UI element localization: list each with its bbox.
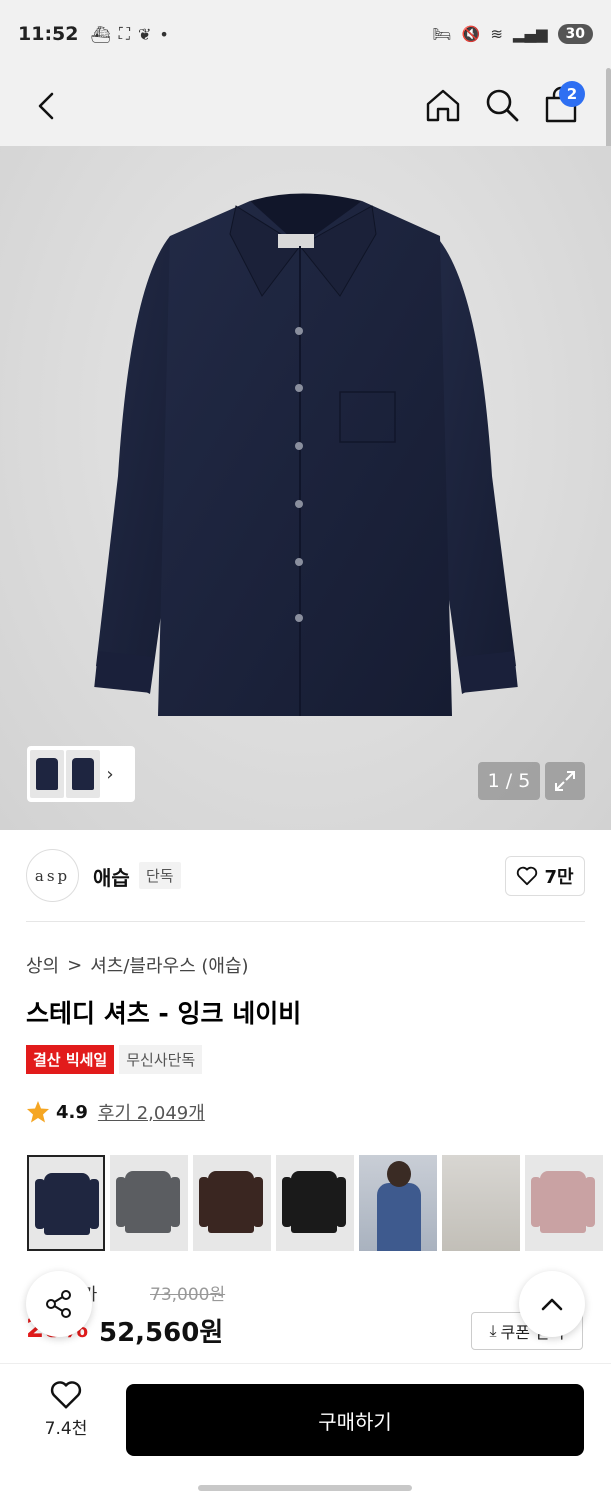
- breadcrumb-category[interactable]: 상의: [26, 952, 59, 978]
- shirt-thumbnail: [35, 1173, 99, 1235]
- battery-indicator: 30: [557, 24, 593, 44]
- share-icon: [46, 1290, 71, 1318]
- reviews-link[interactable]: 후기 2,049개: [98, 1099, 205, 1125]
- navy-shirt-image: [94, 193, 518, 716]
- brand-like-count: 7만: [544, 867, 574, 888]
- brand-name[interactable]: 애습: [93, 862, 130, 891]
- home-icon[interactable]: [424, 86, 462, 124]
- product-tags: 결산 빅세일 무신사단독: [26, 1045, 203, 1074]
- brand-row: asp 애습 단독 7만: [0, 830, 611, 922]
- heart-icon: [517, 866, 538, 886]
- status-time: 11:52: [18, 23, 79, 45]
- color-options: [27, 1155, 611, 1251]
- product-title: 스테디 셔츠 - 잉크 네이비: [26, 999, 302, 1028]
- breadcrumb: 상의 > 셔츠/블라우스 (애습): [26, 952, 249, 978]
- color-option-brown[interactable]: [193, 1155, 271, 1251]
- screenshot-icon: ⛶: [118, 24, 130, 43]
- product-like-button[interactable]: 7.4천: [30, 1380, 102, 1450]
- share-button[interactable]: [26, 1271, 92, 1337]
- color-option-model-blue[interactable]: [359, 1155, 437, 1251]
- scroll-to-top-button[interactable]: [519, 1271, 585, 1337]
- chevron-up-icon: [541, 1298, 563, 1311]
- home-indicator[interactable]: [198, 1485, 412, 1491]
- brand-logo[interactable]: asp: [26, 849, 79, 902]
- scrollbar[interactable]: [606, 68, 611, 156]
- breadcrumb-separator: >: [67, 954, 83, 976]
- cart-count-badge: 2: [559, 81, 585, 107]
- breadcrumb-subcategory[interactable]: 셔츠/블라우스 (애습): [90, 952, 248, 978]
- rating-value: 4.9: [56, 1101, 88, 1123]
- notification-icons: ⛴ ⛶ ❦ •: [90, 24, 168, 44]
- shirt-thumbnail: [531, 1171, 595, 1233]
- sale-tag: 결산 빅세일: [26, 1045, 115, 1074]
- bed-icon: 🛏: [432, 25, 452, 43]
- shirt-thumbnail: [282, 1171, 346, 1233]
- bottom-action-bar: 7.4천 구매하기: [0, 1363, 611, 1500]
- color-option-navy[interactable]: [27, 1155, 105, 1251]
- gallery-thumbnail-strip[interactable]: ›: [27, 746, 135, 802]
- rating-row: 4.9 후기 2,049개: [26, 1099, 205, 1125]
- search-icon[interactable]: [483, 86, 521, 124]
- model-head: [387, 1161, 411, 1187]
- shirt-thumbnail: [116, 1171, 180, 1233]
- gallery-thumb[interactable]: [30, 750, 64, 798]
- top-navigation: [0, 68, 611, 146]
- exclusive-tag: 무신사단독: [119, 1045, 203, 1074]
- expand-image-button[interactable]: [545, 762, 585, 800]
- price-section: 정가 73,000원 28% 52,560원 ⤓ 쿠폰 받기: [26, 1280, 586, 1350]
- brand-like-button[interactable]: 7만: [505, 856, 585, 896]
- wifi-icon: ≋: [490, 25, 503, 43]
- original-price: 73,000원: [150, 1285, 226, 1305]
- image-page-counter: 1 / 5: [478, 762, 540, 800]
- status-bar: 11:52 ⛴ ⛶ ❦ • 🛏 🔇 ≋ ▂▄▆ 30: [0, 0, 611, 68]
- back-arrow-icon[interactable]: [30, 88, 66, 124]
- model-figure: [377, 1183, 421, 1251]
- divider: [26, 921, 585, 922]
- star-icon: [27, 1101, 49, 1123]
- boat-icon: ⛴: [90, 24, 111, 44]
- signal-icon: ▂▄▆: [512, 25, 548, 43]
- product-like-count: 7.4천: [44, 1419, 88, 1439]
- buy-button[interactable]: 구매하기: [126, 1384, 584, 1456]
- color-option-pink[interactable]: [525, 1155, 603, 1251]
- exclusive-badge: 단독: [139, 862, 181, 889]
- chevron-right-icon[interactable]: ›: [102, 764, 118, 785]
- dot-icon: •: [159, 24, 169, 44]
- app-icon: ❦: [138, 24, 152, 44]
- mute-icon: 🔇: [461, 25, 481, 43]
- heart-icon: [50, 1381, 82, 1409]
- expand-icon: [555, 771, 575, 791]
- product-image[interactable]: [0, 146, 611, 830]
- final-price: 52,560원: [99, 1318, 224, 1348]
- shirt-thumbnail: [199, 1171, 263, 1233]
- color-option-black[interactable]: [276, 1155, 354, 1251]
- system-icons: 🛏 🔇 ≋ ▂▄▆ 30: [433, 24, 593, 44]
- download-icon: ⤓: [489, 1321, 497, 1340]
- color-option-charcoal[interactable]: [110, 1155, 188, 1251]
- gallery-thumb[interactable]: [66, 750, 100, 798]
- color-option-model-white[interactable]: [442, 1155, 520, 1251]
